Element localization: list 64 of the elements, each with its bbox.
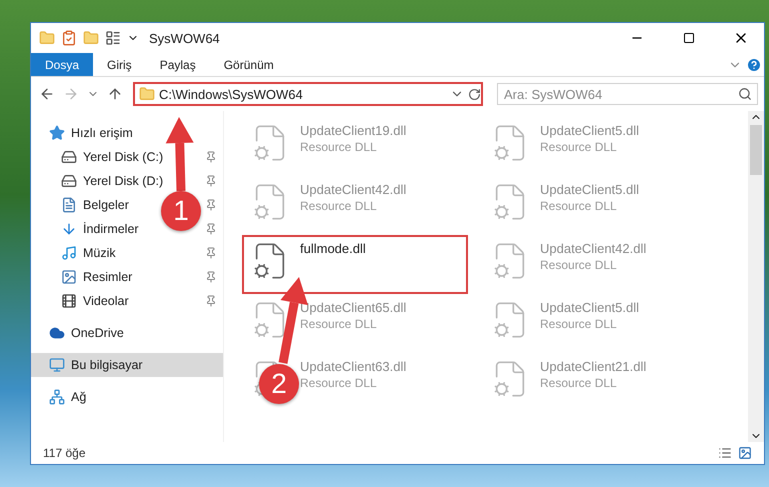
file-name[interactable]: fullmode.dll [300, 241, 366, 256]
pin-icon[interactable] [205, 247, 217, 259]
sidebar-item[interactable]: OneDrive [49, 325, 124, 341]
documents-icon [61, 197, 77, 213]
file-type: Resource DLL [540, 317, 617, 331]
computer-icon [49, 357, 65, 373]
properties-icon[interactable] [61, 30, 77, 46]
pictures-icon [61, 269, 77, 285]
sidebar-item[interactable]: Müzik [61, 245, 116, 261]
drive-icon [61, 149, 77, 165]
ribbon-tab[interactable]: Giriş [93, 53, 146, 76]
network-icon [49, 389, 65, 405]
item-count: 117 öğe [43, 446, 86, 460]
details-view-icon[interactable] [718, 446, 732, 460]
pin-icon[interactable] [205, 295, 217, 307]
search-field[interactable]: Ara: SysWOW64 [497, 83, 758, 105]
pin-icon[interactable] [205, 175, 217, 187]
sidebar-item[interactable]: Ağ [49, 389, 86, 405]
pin-icon[interactable] [205, 271, 217, 283]
file-type: Resource DLL [300, 140, 377, 154]
file-type: Resource DLL [540, 376, 617, 390]
videos-icon [61, 293, 77, 309]
folder-icon [139, 86, 155, 102]
ribbon-tab[interactable]: Dosya [31, 53, 94, 76]
maximize-icon [683, 32, 695, 44]
refresh-icon [468, 88, 481, 100]
step-number: 2 [259, 364, 299, 404]
sidebar-item[interactable]: Yerel Disk (D:) [61, 173, 164, 189]
sidebar-item[interactable]: Resimler [61, 269, 132, 285]
ribbon-tab[interactable]: Görünüm [210, 53, 288, 76]
sidebar-item[interactable]: Hızlı erişim [49, 125, 133, 141]
file-type: Resource DLL [540, 258, 617, 272]
music-icon [61, 245, 77, 261]
sidebar-item[interactable]: Yerel Disk (C:) [61, 149, 164, 165]
window-title: SysWOW64 [149, 30, 221, 46]
view-icon[interactable] [105, 30, 121, 46]
file-type: Resource DLL [300, 376, 377, 390]
scrollbar[interactable] [748, 111, 764, 442]
help-icon [746, 56, 762, 72]
pin-icon[interactable] [205, 151, 217, 163]
ribbon-tab[interactable]: Paylaş [146, 53, 210, 76]
file-type: Resource DLL [300, 199, 377, 213]
step-number: 1 [161, 191, 201, 231]
file-type: Resource DLL [540, 140, 617, 154]
search-icon [738, 87, 752, 101]
sidebar-item[interactable]: İndirmeler [61, 221, 139, 237]
downloads-icon [61, 221, 77, 237]
scroll-thumb[interactable] [750, 125, 762, 175]
large-icons-view-icon[interactable] [738, 446, 752, 460]
sidebar-item[interactable]: Videolar [61, 293, 129, 309]
back-icon [39, 86, 55, 102]
file-type: Resource DLL [540, 199, 617, 213]
folder-icon[interactable] [39, 30, 55, 46]
pin-icon[interactable] [205, 223, 217, 235]
address-bar[interactable]: C:\Windows\SysWOW64 [133, 82, 483, 106]
new-folder-icon[interactable] [83, 30, 99, 46]
star-icon [49, 125, 65, 141]
sidebar-item[interactable]: Belgeler [61, 197, 129, 213]
sidebar-item[interactable]: Bu bilgisayar [49, 357, 143, 373]
cloud-icon [49, 325, 65, 341]
drive-icon [61, 173, 77, 189]
pin-icon[interactable] [205, 199, 217, 211]
file-type: Resource DLL [300, 317, 377, 331]
forward-icon [63, 86, 79, 102]
